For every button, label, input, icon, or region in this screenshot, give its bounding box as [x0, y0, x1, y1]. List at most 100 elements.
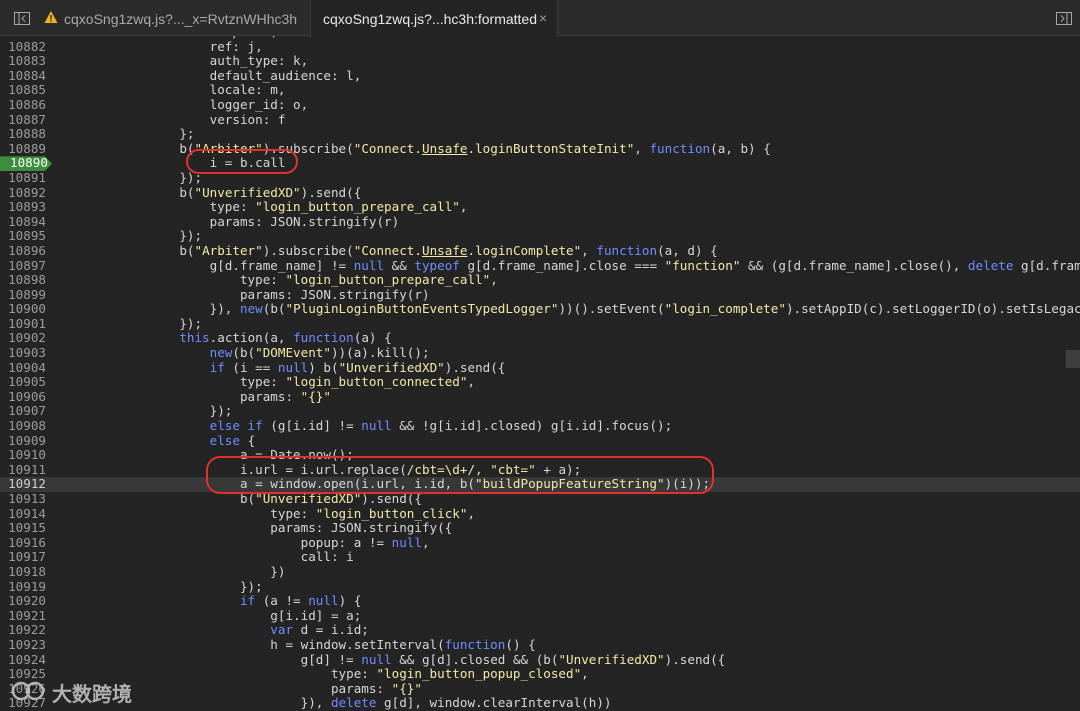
line-number[interactable]: 10911 [0, 462, 46, 478]
code-token: + a); [535, 461, 582, 477]
code-line: 10918 }) [0, 564, 1080, 580]
code-token: (i == [224, 359, 278, 375]
code-line: 10897 g[d.frame_name] != null && typeof … [0, 257, 1080, 274]
toggle-debugger-button[interactable] [1046, 0, 1080, 36]
line-number[interactable]: 10887 [0, 112, 46, 128]
line-number[interactable]: 10908 [0, 418, 46, 434]
code-token: null [353, 257, 385, 273]
code-text: auth_type: k, [58, 53, 309, 69]
line-number[interactable]: 10898 [0, 272, 46, 288]
line-number[interactable]: 10899 [0, 287, 46, 303]
line-number[interactable]: 10896 [0, 243, 46, 259]
code-token: popup: a != [58, 534, 392, 550]
code-token: }); [58, 169, 203, 185]
line-number[interactable]: 10914 [0, 506, 46, 522]
code-token: () { [505, 636, 536, 652]
breakpoint-line-number[interactable]: 10890 [0, 156, 52, 171]
code-editor[interactable]: 10881 scope: i,10882 ref: j,10883 auth_t… [0, 36, 1080, 711]
code-token: else [58, 432, 240, 448]
line-number[interactable]: 10917 [0, 550, 46, 565]
code-token: , [581, 666, 589, 682]
line-number[interactable]: 10884 [0, 68, 46, 84]
line-number[interactable]: 10888 [0, 127, 46, 142]
scrollbar-thumb[interactable] [1066, 350, 1080, 368]
code-line: 10910 a = Date.now(); [0, 447, 1080, 463]
line-number[interactable]: 10916 [0, 535, 46, 551]
code-text: g[d.frame_name] != null && typeof g[d.fr… [58, 257, 1080, 274]
code-text: type: "login_button_click", [58, 505, 475, 522]
line-number[interactable]: 10895 [0, 229, 46, 244]
tab-formatted-file[interactable]: cqxoSng1zwq.js?...hc3h:formatted × [310, 0, 558, 37]
code-line: 10882 ref: j, [0, 39, 1080, 55]
line-number[interactable]: 10902 [0, 331, 46, 346]
code-token: b( [58, 491, 256, 506]
line-number[interactable]: 10905 [0, 375, 46, 390]
line-number[interactable]: 10883 [0, 54, 46, 69]
line-number[interactable]: 10900 [0, 302, 46, 317]
line-number[interactable]: 10913 [0, 491, 46, 507]
code-line: 10895 }); [0, 229, 1080, 244]
code-token: )(i)); [664, 476, 711, 492]
line-number[interactable]: 10923 [0, 637, 46, 653]
line-number[interactable]: 10920 [0, 594, 46, 609]
code-text: params: JSON.stringify(r) [58, 287, 430, 303]
code-token: }); [58, 403, 233, 419]
line-number[interactable]: 10882 [0, 39, 46, 55]
line-number[interactable]: 10886 [0, 97, 46, 113]
line-number[interactable]: 10910 [0, 448, 46, 463]
line-number[interactable]: 10924 [0, 652, 46, 668]
line-number[interactable]: 10892 [0, 185, 46, 201]
code-token: delete [967, 257, 1014, 273]
code-text: var d = i.id; [58, 623, 369, 638]
close-icon[interactable]: × [539, 10, 547, 26]
editor-tab-bar: cqxoSng1zwq.js?..._x=RvtznWHhc3h cqxoSng… [0, 0, 1080, 37]
line-number[interactable]: 10906 [0, 389, 46, 405]
code-line: 10908 else if (g[i.id] != null && !g[i.i… [0, 418, 1080, 434]
code-token: if [58, 593, 256, 609]
line-number[interactable]: 10894 [0, 214, 46, 230]
code-token: "Arbiter" [194, 140, 263, 156]
line-number[interactable]: 10903 [0, 345, 46, 361]
code-token: if [58, 359, 225, 375]
tab-source-file[interactable]: cqxoSng1zwq.js?..._x=RvtznWHhc3h [44, 0, 306, 36]
code-token: g[i.id] = a; [58, 607, 362, 623]
line-number[interactable]: 10889 [0, 141, 46, 157]
line-number[interactable]: 10897 [0, 258, 46, 274]
line-number[interactable]: 10909 [0, 433, 46, 449]
line-number[interactable]: 10901 [0, 316, 46, 332]
code-token: type: [58, 505, 316, 521]
line-number[interactable]: 10893 [0, 200, 46, 215]
toggle-navigator-button[interactable] [4, 0, 38, 36]
code-line: 10899 params: JSON.stringify(r) [0, 287, 1080, 303]
code-token: "UnverifiedXD" [338, 359, 445, 375]
code-token: (a, b) { [710, 140, 771, 156]
code-text: call: i [58, 550, 354, 565]
code-line: 10926 params: "{}" [0, 681, 1080, 697]
code-token: version: f [58, 111, 286, 127]
code-token: , [634, 140, 650, 156]
code-token: "PluginLoginButtonEventsTypedLogger" [285, 301, 559, 317]
sidebar-toggle-icon [1056, 12, 1072, 25]
line-number[interactable]: 10919 [0, 579, 46, 595]
line-number[interactable]: 10922 [0, 623, 46, 638]
line-number[interactable]: 10918 [0, 564, 46, 580]
line-number[interactable]: 10907 [0, 404, 46, 419]
code-token: logger_id: o, [58, 96, 309, 112]
line-number[interactable]: 10904 [0, 360, 46, 376]
code-line: 10898 type: "login_button_prepare_call", [0, 272, 1080, 288]
code-token: , [581, 242, 597, 258]
line-number[interactable]: 10891 [0, 170, 46, 186]
line-number[interactable]: 10915 [0, 521, 46, 536]
code-token: params: [58, 388, 301, 404]
line-number[interactable]: 10885 [0, 83, 46, 98]
line-number[interactable]: 10921 [0, 608, 46, 624]
code-token: .loginComplete" [467, 242, 582, 258]
code-token: , [459, 199, 468, 215]
code-line: 10924 g[d] != null && g[d].closed && (b(… [0, 652, 1080, 668]
code-token: (b( [262, 301, 286, 317]
code-token: }); [58, 228, 203, 244]
line-number[interactable]: 10912 [0, 477, 46, 492]
code-text: b("Arbiter").subscribe("Connect.Unsafe.l… [58, 242, 717, 259]
code-line: 10925 type: "login_button_popup_closed", [0, 666, 1080, 682]
code-token: h = window.setInterval( [58, 636, 445, 652]
